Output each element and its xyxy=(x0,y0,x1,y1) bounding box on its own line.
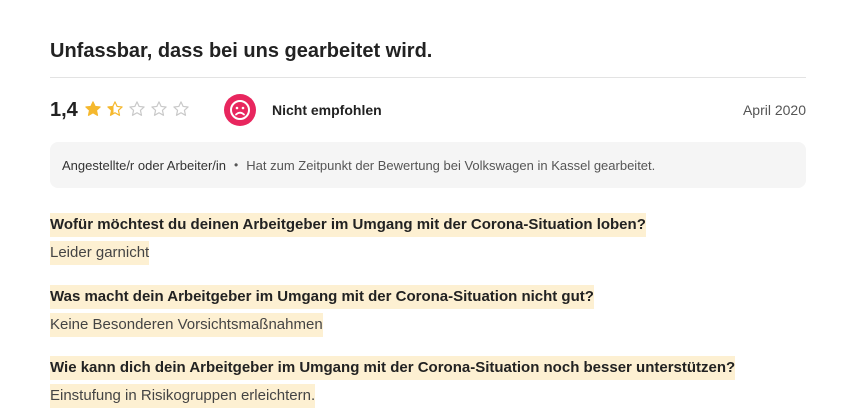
star-icon xyxy=(173,101,189,116)
star-rating xyxy=(84,100,190,118)
separator-bullet: • xyxy=(234,158,239,172)
review-title: Unfassbar, dass bei uns gearbeitet wird. xyxy=(50,40,433,62)
qa-question: Wie kann dich dein Arbeitgeber im Umgang… xyxy=(50,356,736,380)
qa-block: Wofür möchtest du deinen Arbeitgeber im … xyxy=(50,213,646,265)
qa-block: Wie kann dich dein Arbeitgeber im Umgang… xyxy=(50,356,736,408)
job-title: Angestellte/r oder Arbeiter/in xyxy=(62,157,227,173)
rating-value: 1,4 xyxy=(50,99,78,121)
recommendation-label: Nicht empfohlen xyxy=(272,102,382,118)
qa-answer: Leider garnicht xyxy=(50,241,150,265)
qa-question: Wofür möchtest du deinen Arbeitgeber im … xyxy=(50,213,646,237)
reviewer-info: Angestellte/r oder Arbeiter/in • Hat zum… xyxy=(50,142,806,188)
star-icon xyxy=(129,101,145,116)
qa-answer: Keine Besonderen Vorsichtsmaßnahmen xyxy=(50,313,323,337)
star-icon xyxy=(107,101,123,116)
title-divider xyxy=(50,77,806,78)
sad-face-icon xyxy=(224,94,256,126)
qa-question: Was macht dein Arbeitgeber im Umgang mit… xyxy=(50,285,594,309)
review-date: April 2020 xyxy=(742,102,806,118)
star-icon xyxy=(151,101,167,116)
qa-block: Was macht dein Arbeitgeber im Umgang mit… xyxy=(50,285,594,337)
star-icon xyxy=(85,101,101,116)
review-meta: 1,4 Nicht empfohlen April 2020 xyxy=(50,92,806,128)
qa-answer: Einstufung in Risikogruppen erleichtern. xyxy=(50,384,316,408)
employment-status: Hat zum Zeitpunkt der Bewertung bei Volk… xyxy=(246,157,656,173)
